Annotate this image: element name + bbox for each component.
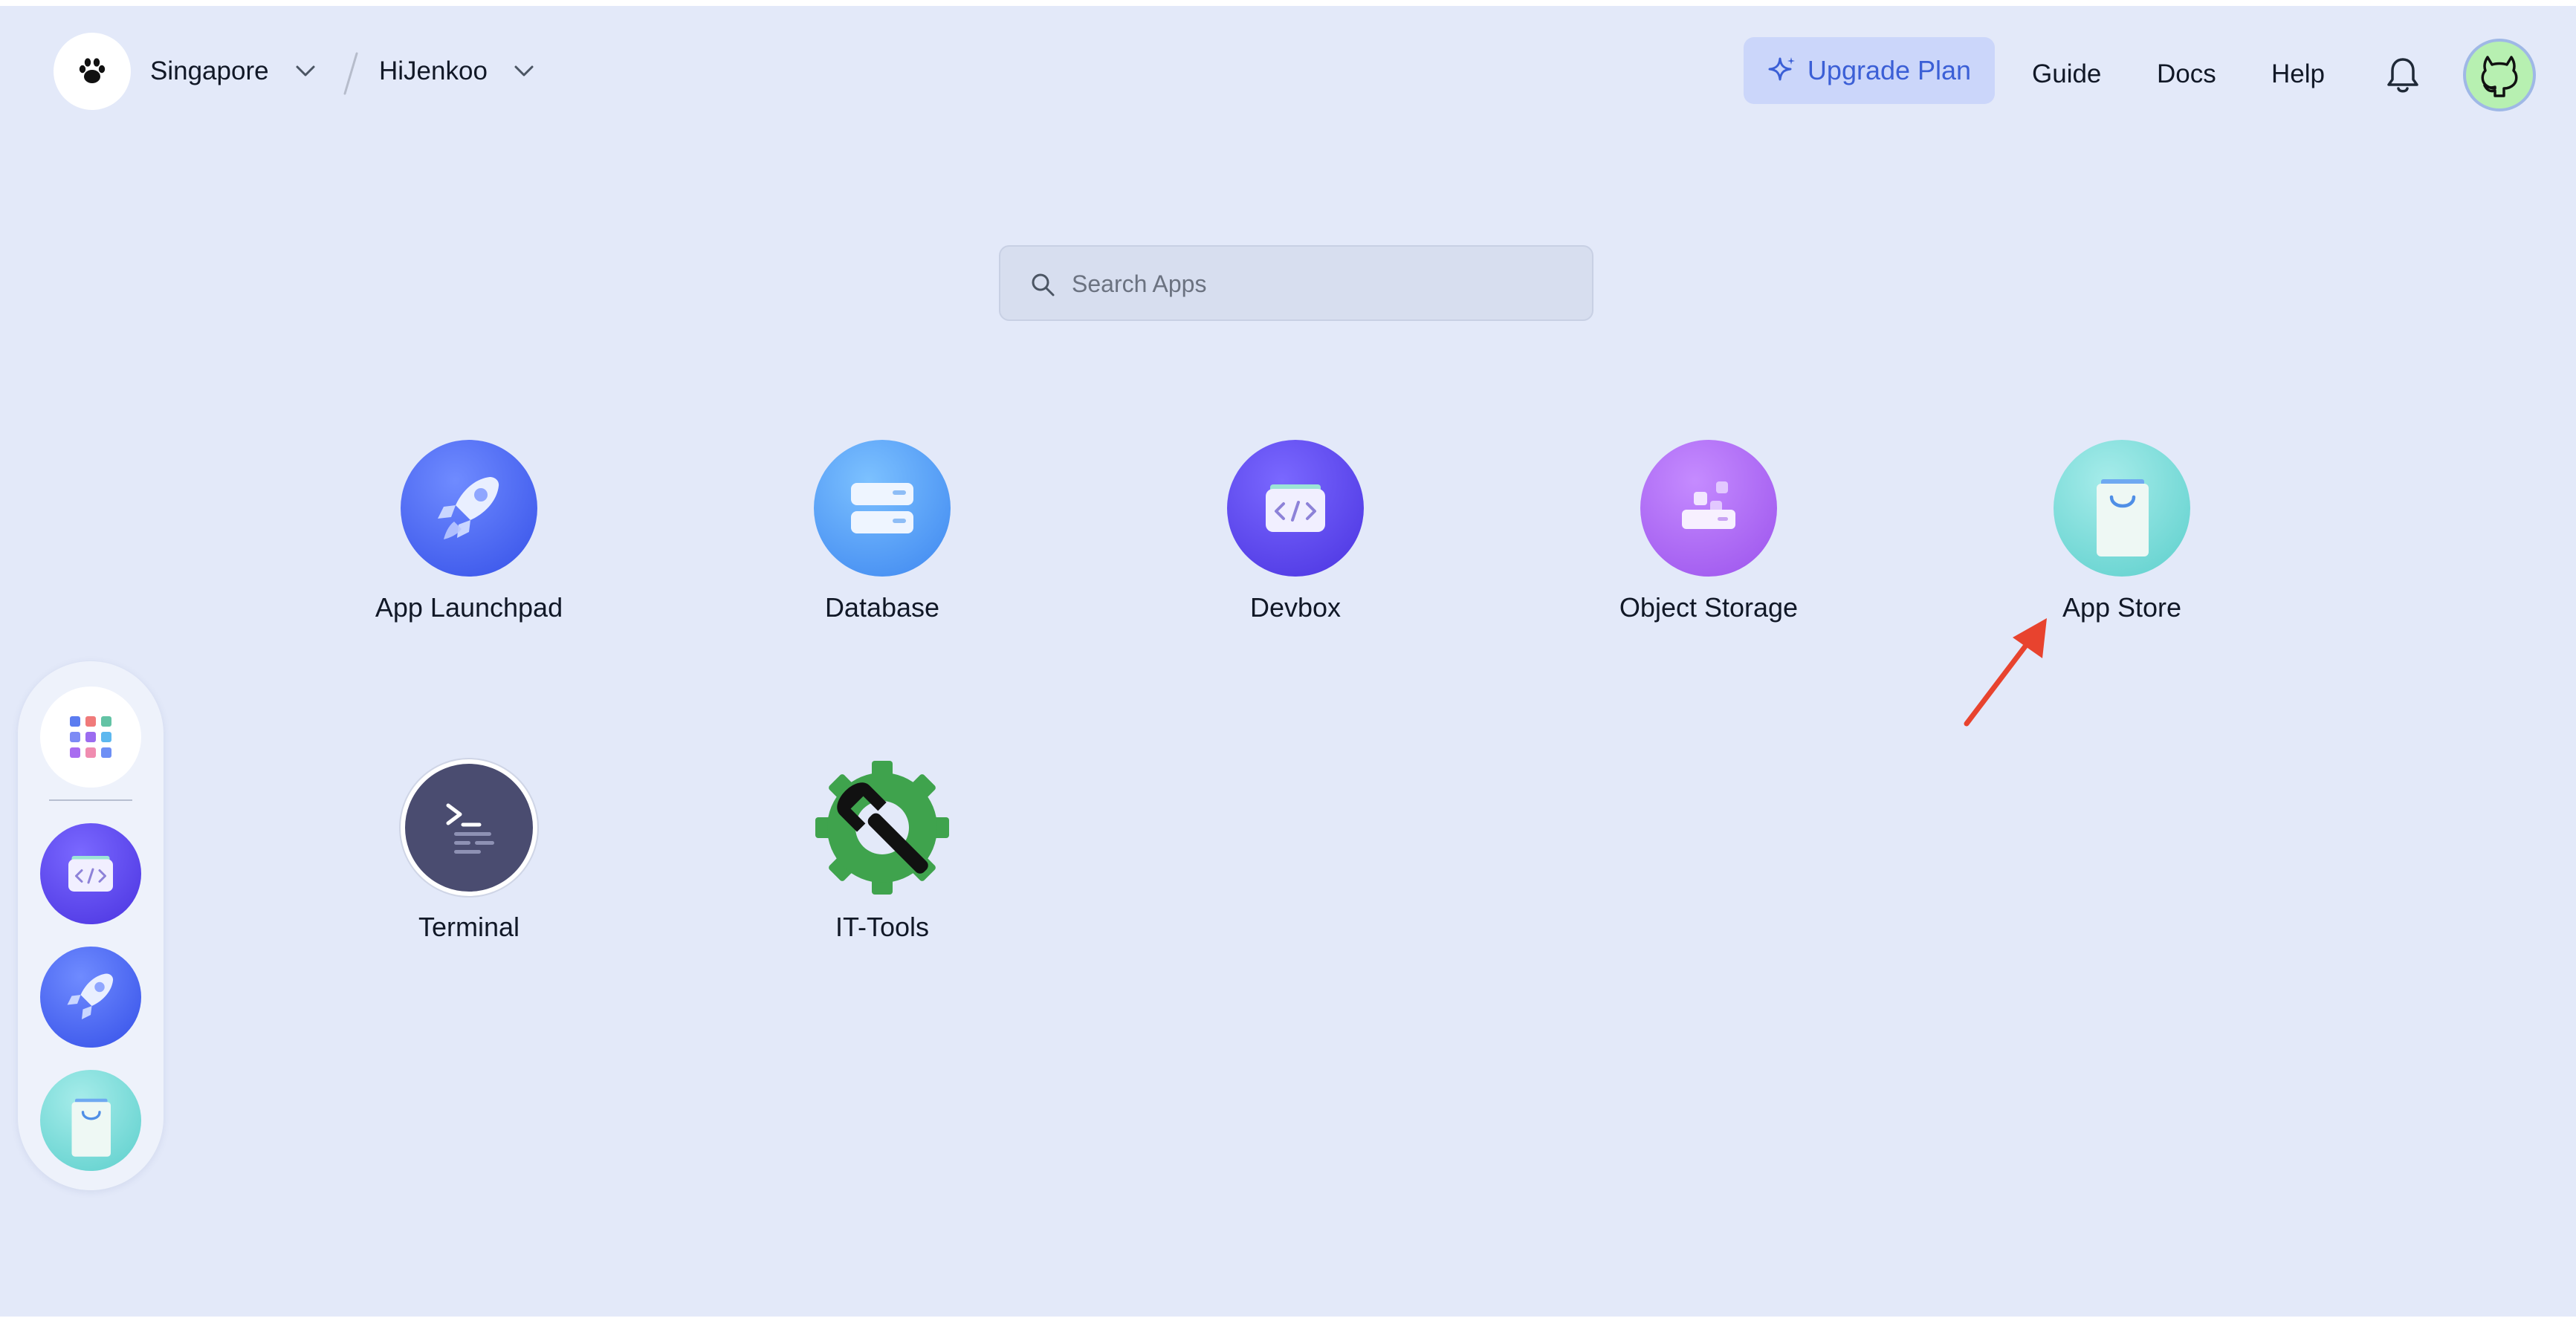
chevron-down-icon[interactable] [513, 62, 535, 80]
object-storage-tile[interactable]: Object Storage [1597, 440, 1820, 633]
terminal-tile[interactable]: Terminal [357, 759, 580, 952]
app-label: Devbox [1249, 592, 1342, 623]
search-input[interactable] [1072, 263, 1562, 305]
search-icon [1032, 273, 1055, 296]
wrench-gear-icon [814, 759, 951, 896]
workspace-selector-label[interactable]: HiJenkoo [379, 55, 488, 88]
breadcrumb-divider [343, 52, 358, 95]
region-selector-label[interactable]: Singapore [150, 55, 269, 88]
app-label: App Launchpad [375, 592, 563, 623]
annotation-arrow-icon [1964, 618, 2047, 727]
shopping-bag-icon [2054, 440, 2190, 577]
paw-icon [79, 58, 106, 83]
app-grid-icon[interactable] [40, 687, 141, 788]
app-store-tile[interactable]: App Store [2010, 440, 2233, 633]
guide-link[interactable]: Guide [2032, 58, 2101, 91]
app-label: IT-Tools [835, 912, 930, 942]
devbox-tile[interactable]: Devbox [1184, 440, 1407, 633]
terminal-icon [401, 759, 537, 896]
app-label: Object Storage [1619, 592, 1799, 623]
sparkle-icon [1768, 57, 1795, 81]
database-icon [814, 440, 951, 577]
object-storage-icon [1640, 440, 1777, 577]
app-dock [18, 661, 164, 1190]
upgrade-plan-button[interactable]: Upgrade Plan [1744, 37, 1995, 104]
help-link[interactable]: Help [2271, 58, 2325, 91]
rocket-icon[interactable] [40, 947, 141, 1048]
docs-link[interactable]: Docs [2157, 58, 2216, 91]
search-bar[interactable] [999, 245, 1593, 321]
bell-icon[interactable] [2383, 55, 2423, 97]
dock-separator [49, 799, 132, 801]
shopping-bag-icon[interactable] [40, 1070, 141, 1171]
desktop: Singapore HiJenkoo Upgrade Plan Guide Do… [0, 6, 2576, 1317]
app-label: Terminal [418, 912, 520, 942]
it-tools-tile[interactable]: IT-Tools [771, 759, 994, 952]
devbox-code-icon [1227, 440, 1364, 577]
chevron-down-icon[interactable] [294, 62, 317, 80]
devbox-code-icon[interactable] [40, 823, 141, 924]
database-tile[interactable]: Database [771, 440, 994, 633]
app-label: Database [824, 592, 940, 623]
rocket-icon [401, 440, 537, 577]
github-icon [2481, 56, 2518, 97]
bottom-edge [0, 1317, 2576, 1321]
user-avatar[interactable] [2463, 39, 2536, 111]
app-launchpad-tile[interactable]: App Launchpad [357, 440, 580, 633]
sealos-logo[interactable] [54, 33, 131, 110]
upgrade-plan-label: Upgrade Plan [1807, 55, 1972, 85]
